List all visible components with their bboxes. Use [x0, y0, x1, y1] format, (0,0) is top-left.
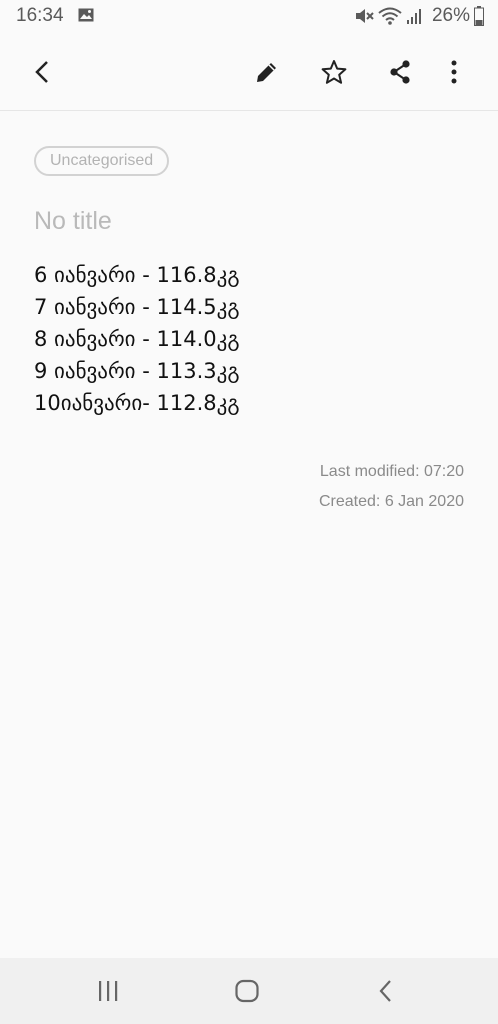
back-icon: [35, 61, 48, 83]
edit-button[interactable]: [249, 54, 285, 90]
note-line: 9 იანვარი - 113.3კგ: [34, 359, 240, 383]
nav-back-button[interactable]: [366, 976, 406, 1006]
favorite-button[interactable]: [316, 54, 352, 90]
recents-icon: [99, 981, 118, 1001]
battery-icon: [474, 6, 484, 26]
note-title[interactable]: No title: [34, 207, 112, 236]
mute-icon: [355, 9, 374, 23]
pencil-icon: [257, 63, 276, 82]
note-body[interactable]: 6 იანვარი - 116.8კგ 7 იანვარი - 114.5კგ …: [34, 259, 240, 419]
category-chip[interactable]: Uncategorised: [34, 146, 170, 176]
battery-percent: 26%: [431, 5, 470, 26]
home-icon: [235, 979, 259, 1003]
signal-icon: [406, 9, 421, 24]
status-bar: 16:34 26%: [0, 0, 498, 34]
wifi-icon: [378, 7, 402, 25]
more-icon: [451, 60, 457, 84]
star-icon: [321, 60, 347, 84]
last-modified: Last modified: 07:20: [319, 463, 464, 480]
home-button[interactable]: [227, 976, 267, 1006]
recents-button[interactable]: [88, 976, 128, 1006]
more-options-button[interactable]: [436, 54, 472, 90]
gallery-icon: [78, 8, 94, 22]
back-icon: [379, 980, 391, 1002]
back-button[interactable]: [25, 54, 61, 90]
status-time: 16:34: [16, 5, 64, 26]
note-line: 10იანვარი- 112.8კგ: [34, 391, 240, 415]
navigation-bar: [0, 958, 498, 1024]
status-icons: 26%: [354, 5, 484, 27]
note-line: 8 იანვარი - 114.0კგ: [34, 327, 240, 351]
share-icon: [390, 60, 410, 84]
note-line: 7 იანვარი - 114.5კგ: [34, 295, 240, 319]
share-button[interactable]: [382, 54, 418, 90]
note-line: 6 იანვარი - 116.8კგ: [34, 263, 240, 287]
created-date: Created: 6 Jan 2020: [319, 493, 464, 510]
toolbar: [0, 34, 498, 111]
